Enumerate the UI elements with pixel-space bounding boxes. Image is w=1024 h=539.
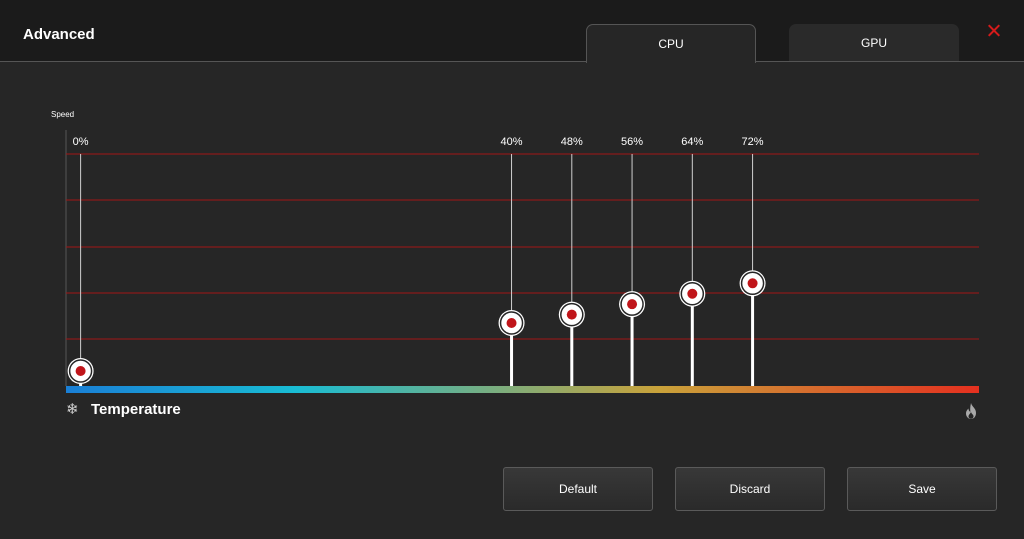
default-button[interactable]: Default xyxy=(503,467,653,511)
curve-point-4[interactable]: 64% xyxy=(679,136,706,386)
point-speed-label: 40% xyxy=(501,136,523,148)
point-handle-dot xyxy=(687,288,698,299)
curve-point-0[interactable]: 0% xyxy=(67,136,94,386)
snowflake-icon: ❄ xyxy=(66,401,79,418)
save-button[interactable]: Save xyxy=(847,467,997,511)
point-handle-dot xyxy=(506,317,517,328)
point-speed-label: 0% xyxy=(73,136,89,148)
curve-point-1[interactable]: 40% xyxy=(498,136,525,386)
point-speed-label: 48% xyxy=(561,136,583,148)
curve-point-5[interactable]: 72% xyxy=(739,136,766,386)
point-speed-label: 56% xyxy=(621,136,643,148)
discard-button[interactable]: Discard xyxy=(675,467,825,511)
curve-point-2[interactable]: 48% xyxy=(558,136,585,386)
temperature-gradient-bar xyxy=(66,386,979,393)
flame-icon xyxy=(966,403,976,419)
point-speed-label: 72% xyxy=(742,136,764,148)
x-axis-label: Temperature xyxy=(91,400,181,418)
fan-curve-chart: 0% 40% 48% 56% 64% 72% xyxy=(65,130,979,393)
point-handle-dot xyxy=(75,366,86,376)
point-handle-dot xyxy=(747,278,758,289)
point-speed-label: 64% xyxy=(681,136,703,148)
curve-point-3[interactable]: 56% xyxy=(619,136,646,386)
point-handle-dot xyxy=(566,309,577,320)
temperature-axis: ❄ Temperature xyxy=(66,400,181,419)
point-handle-dot xyxy=(627,299,638,310)
